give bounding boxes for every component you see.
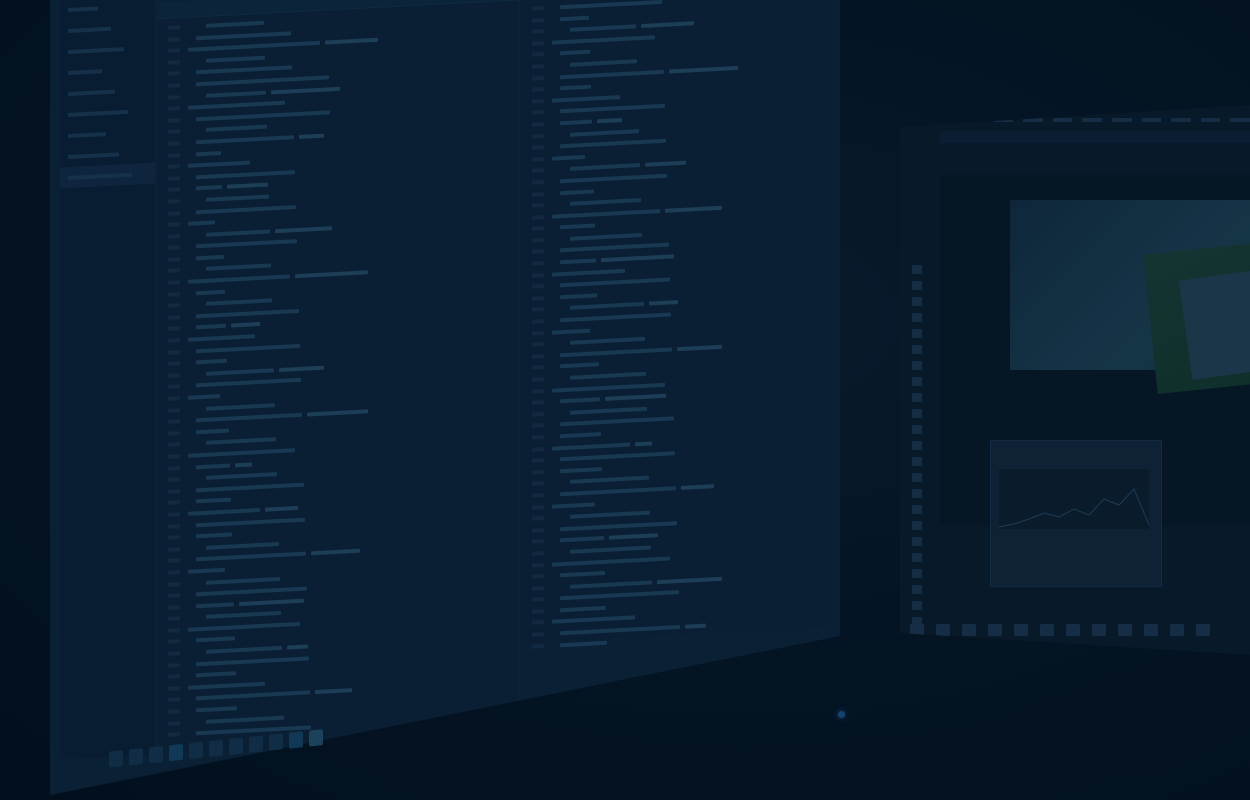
tool-icon[interactable] [912, 281, 922, 290]
histogram-graph [998, 469, 1150, 529]
tool-icon[interactable] [912, 409, 922, 418]
photo-editor-canvas [940, 175, 1250, 587]
tool-icon[interactable] [912, 489, 922, 498]
taskbar-icon[interactable] [1066, 624, 1080, 636]
code-editor-pane-right [522, 0, 832, 649]
taskbar-icon[interactable] [1092, 624, 1106, 636]
app-icon[interactable] [309, 729, 323, 747]
taskbar-icon[interactable] [988, 624, 1002, 636]
tool-icon[interactable] [912, 505, 922, 514]
code-editor-pane-left [158, 0, 519, 753]
tool-icon[interactable] [912, 457, 922, 466]
taskbar-icon[interactable] [1118, 624, 1132, 636]
left-monitor [50, 0, 850, 800]
tool-icon[interactable] [912, 441, 922, 450]
editor-icon[interactable] [289, 731, 303, 749]
menu-item[interactable] [1082, 118, 1103, 122]
menu-item[interactable] [1171, 118, 1191, 122]
taskbar-icon[interactable] [1144, 624, 1158, 636]
tool-icon[interactable] [912, 521, 922, 530]
explorer-icon[interactable] [189, 741, 203, 760]
menu-item[interactable] [1112, 118, 1132, 122]
edited-photo [1010, 200, 1250, 395]
tool-icon[interactable] [912, 601, 922, 610]
file-explorer-sidebar [60, 0, 156, 760]
taskbar-icon[interactable] [1170, 624, 1184, 636]
menu-item[interactable] [1230, 118, 1250, 122]
taskbar-icon[interactable] [962, 624, 976, 636]
code-lines-right [522, 0, 832, 654]
menu-item[interactable] [1200, 118, 1221, 122]
terminal-icon[interactable] [269, 733, 283, 751]
histogram-svg [998, 488, 1150, 528]
menu-item[interactable] [1141, 118, 1162, 122]
taskbar-icon[interactable] [910, 624, 924, 636]
taskbar-icon[interactable] [1014, 624, 1028, 636]
monitor-power-led [838, 711, 845, 718]
tool-icon[interactable] [912, 265, 922, 274]
tool-icon[interactable] [912, 329, 922, 338]
photo-editor-menubar [905, 113, 1250, 127]
histogram-panel [990, 440, 1162, 587]
menu-item[interactable] [993, 118, 1014, 122]
menu-item[interactable] [1052, 118, 1073, 122]
left-monitor-screen [50, 0, 840, 795]
store-icon[interactable] [209, 739, 223, 758]
tool-icon[interactable] [912, 393, 922, 402]
photo-editor-options-bar [940, 131, 1250, 143]
tool-icon[interactable] [912, 345, 922, 354]
edge-icon[interactable] [169, 743, 183, 762]
tool-icon[interactable] [912, 473, 922, 482]
code-editor-window [50, 0, 840, 795]
menu-item[interactable] [934, 118, 955, 122]
taskbar-icon[interactable] [1196, 624, 1210, 636]
desk-scene [0, 0, 1250, 800]
taskbar-icon[interactable] [936, 624, 950, 636]
search-icon[interactable] [129, 748, 143, 766]
files-icon[interactable] [229, 737, 243, 755]
tool-icon[interactable] [912, 425, 922, 434]
code-lines-left [158, 0, 518, 742]
task-view-icon[interactable] [149, 745, 163, 764]
right-taskbar [910, 620, 1250, 640]
tool-icon[interactable] [912, 585, 922, 594]
menu-item[interactable] [964, 118, 984, 122]
tool-icon[interactable] [912, 313, 922, 322]
right-monitor-screen [900, 105, 1250, 655]
chrome-icon[interactable] [249, 735, 263, 753]
tool-icon[interactable] [912, 377, 922, 386]
menu-item[interactable] [905, 118, 925, 122]
tool-icon[interactable] [912, 537, 922, 546]
tool-icon[interactable] [912, 361, 922, 370]
taskbar-icon[interactable] [1040, 624, 1054, 636]
tool-icon[interactable] [912, 297, 922, 306]
menu-item[interactable] [1023, 118, 1043, 122]
tool-icon[interactable] [912, 553, 922, 562]
tool-icon[interactable] [912, 569, 922, 578]
tool-icon[interactable] [912, 633, 922, 642]
windows-icon[interactable] [109, 750, 123, 768]
sidebar-item[interactable] [60, 162, 155, 189]
